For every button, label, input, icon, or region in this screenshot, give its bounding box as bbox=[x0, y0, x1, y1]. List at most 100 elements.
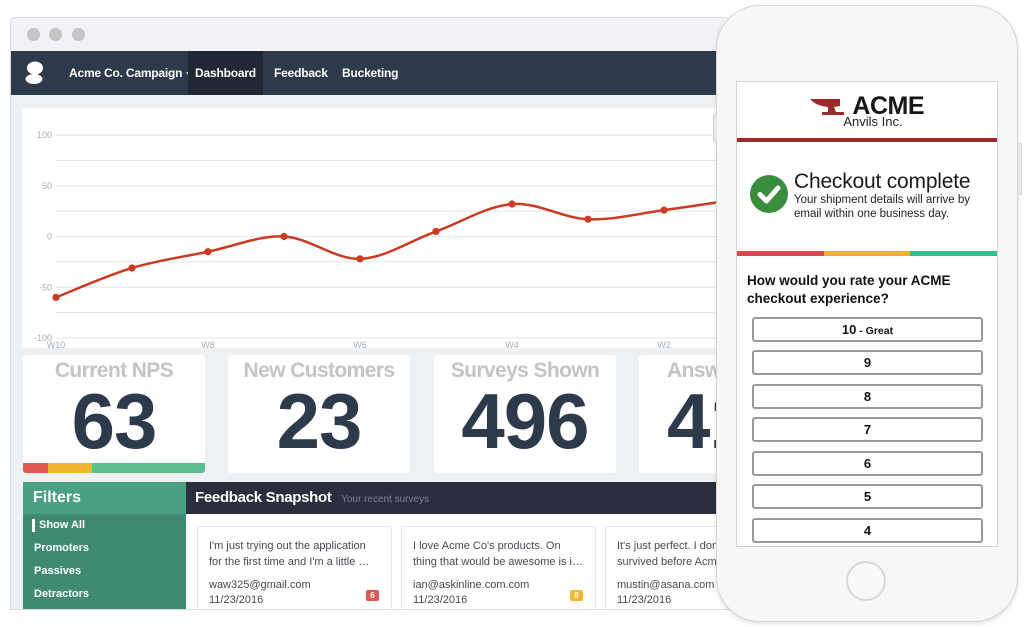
feedback-text: I'm just trying out the application for … bbox=[209, 538, 380, 570]
filters-panel: Filters Show All Promoters Passives Detr… bbox=[23, 482, 186, 609]
option-value: 6 bbox=[863, 456, 872, 471]
nav-tab-dashboard[interactable]: Dashboard bbox=[188, 51, 263, 95]
option-value: 4 bbox=[863, 523, 872, 538]
window-minimize-button[interactable] bbox=[49, 28, 62, 41]
x-tick-label: W10 bbox=[47, 340, 66, 348]
data-point-w6 bbox=[356, 255, 364, 263]
campaign-dropdown[interactable]: Acme Co. Campaign bbox=[69, 51, 193, 95]
filters-title: Filters bbox=[23, 482, 186, 514]
feedback-date: 11/23/2016 bbox=[617, 594, 672, 606]
data-point-w9 bbox=[128, 264, 136, 272]
option-value: 8 bbox=[863, 389, 872, 404]
option-caption: - Great bbox=[856, 325, 894, 337]
rating-option-7[interactable]: 7 bbox=[752, 417, 983, 442]
phone-mute-switch bbox=[713, 114, 717, 142]
stat-value: 496 bbox=[461, 377, 589, 465]
snapshot-title: Feedback Snapshot bbox=[195, 489, 332, 506]
data-point-w3 bbox=[584, 215, 592, 223]
anvil-icon bbox=[809, 99, 844, 115]
y-tick-label: 100 bbox=[37, 130, 52, 140]
option-value: 9 bbox=[863, 355, 872, 370]
nps-segment-detractors bbox=[23, 463, 49, 473]
data-point-w5 bbox=[432, 227, 440, 236]
nps-breakdown-bar bbox=[23, 463, 205, 473]
rating-option-4[interactable]: 4 bbox=[752, 518, 983, 543]
phone-home-button[interactable] bbox=[846, 561, 886, 601]
feedback-card[interactable]: It's just perfect. I don't know how I su… bbox=[605, 526, 729, 609]
score-badge: 8 bbox=[570, 590, 583, 601]
data-point-w2 bbox=[660, 206, 668, 214]
feedback-email: mustin@asana.com bbox=[617, 579, 715, 591]
filter-passives[interactable]: Passives bbox=[23, 560, 186, 583]
rating-color-bar bbox=[737, 251, 997, 256]
app-logo-icon[interactable] bbox=[25, 61, 45, 85]
rating-option-6[interactable]: 6 bbox=[752, 451, 983, 476]
top-navbar: Acme Co. Campaign Dashboard Feedback Buc… bbox=[11, 51, 729, 95]
data-point-w7 bbox=[280, 232, 288, 241]
nps-trend-chart: 100 50 0 -50 -100 W10 W8 W6 W4 W2 bbox=[22, 108, 729, 348]
feedback-text-line: survived before Acme Co. bbox=[617, 556, 729, 568]
phone-mockup: ACME Anvils Inc. Checkout complete Your … bbox=[713, 5, 1022, 622]
confirmation-description: Your shipment details will arrive by ema… bbox=[794, 194, 970, 220]
option-value: 7 bbox=[863, 422, 872, 437]
feedback-text-line: for the first time and I'm a little … bbox=[209, 556, 370, 568]
rating-option-10[interactable]: 10 - Great bbox=[752, 317, 983, 342]
data-point-w10 bbox=[52, 293, 60, 301]
nps-segment-promoters bbox=[92, 463, 205, 473]
rating-segment-high bbox=[910, 251, 997, 256]
option-value: 10 bbox=[841, 322, 857, 337]
nav-tab-bucketing[interactable]: Bucketing bbox=[342, 51, 398, 95]
nav-tab-feedback[interactable]: Feedback bbox=[274, 51, 328, 95]
data-point-w8 bbox=[204, 248, 212, 256]
y-tick-label: 0 bbox=[47, 232, 52, 242]
snapshot-subtitle: Your recent surveys bbox=[341, 494, 430, 505]
nps-segment-passives bbox=[48, 463, 93, 473]
score-badge: 6 bbox=[366, 590, 379, 601]
feedback-email: waw325@gmail.com bbox=[209, 579, 311, 591]
feedback-text-line: It's just perfect. I don't know how I bbox=[617, 540, 729, 552]
data-point-w4 bbox=[508, 200, 516, 208]
stat-value: 63 bbox=[71, 377, 158, 465]
feedback-text-line: I love Acme Co's products. On bbox=[413, 540, 561, 552]
brand-subtitle: Anvils Inc. bbox=[843, 114, 903, 129]
window-close-button[interactable] bbox=[27, 28, 40, 41]
rating-option-9[interactable]: 9 bbox=[752, 350, 983, 375]
filter-detractors[interactable]: Detractors bbox=[23, 583, 186, 606]
rating-segment-low bbox=[737, 251, 824, 256]
confirmation-title: Checkout complete bbox=[794, 170, 971, 193]
phone-screen: ACME Anvils Inc. Checkout complete Your … bbox=[736, 81, 998, 547]
stat-value: 23 bbox=[276, 377, 363, 465]
feedback-text: I love Acme Co's products. On thing that… bbox=[413, 538, 584, 570]
chart-canvas: 100500-50-100W10 W8 W6 W4 W2 bbox=[34, 130, 729, 348]
stat-card-current-nps: Current NPS 63 bbox=[23, 355, 205, 473]
x-tick-label: W4 bbox=[505, 340, 519, 348]
y-tick-label: -50 bbox=[39, 282, 52, 292]
stat-card-new-customers: New Customers 23 bbox=[228, 355, 410, 473]
phone-power-button bbox=[1018, 143, 1022, 195]
feedback-text-line: thing that would be awesome is i… bbox=[413, 556, 583, 568]
window-maximize-button[interactable] bbox=[72, 28, 85, 41]
filter-promoters[interactable]: Promoters bbox=[23, 537, 186, 560]
browser-window: Acme Co. Campaign Dashboard Feedback Buc… bbox=[10, 17, 730, 610]
feedback-card[interactable]: I love Acme Co's products. On thing that… bbox=[401, 526, 596, 609]
window-titlebar bbox=[11, 18, 729, 51]
snapshot-header: Feedback Snapshot Your recent surveys bbox=[186, 482, 729, 514]
survey-question: How would you rate your ACME checkout ex… bbox=[747, 273, 951, 306]
campaign-label: Acme Co. Campaign bbox=[69, 66, 183, 80]
feedback-date: 11/23/2016 bbox=[413, 594, 468, 606]
filter-show-all[interactable]: Show All bbox=[23, 514, 186, 537]
checkmark-circle-icon bbox=[750, 175, 788, 213]
feedback-text-line: I'm just trying out the application bbox=[209, 540, 366, 552]
rating-option-8[interactable]: 8 bbox=[752, 384, 983, 409]
feedback-text: It's just perfect. I don't know how I su… bbox=[617, 538, 729, 570]
rating-option-5[interactable]: 5 bbox=[752, 484, 983, 509]
feedback-email: ian@askinline.com.com bbox=[413, 579, 530, 591]
stat-card-surveys-shown: Surveys Shown 496 bbox=[434, 355, 616, 473]
y-tick-label: 50 bbox=[42, 181, 52, 191]
rating-segment-mid bbox=[823, 251, 911, 256]
feedback-date: 11/23/2016 bbox=[209, 594, 264, 606]
feedback-snapshot-panel: Feedback Snapshot Your recent surveys I'… bbox=[186, 482, 729, 609]
feedback-card[interactable]: I'm just trying out the application for … bbox=[197, 526, 392, 609]
x-tick-label: W8 bbox=[201, 340, 215, 348]
option-value: 5 bbox=[863, 489, 872, 504]
